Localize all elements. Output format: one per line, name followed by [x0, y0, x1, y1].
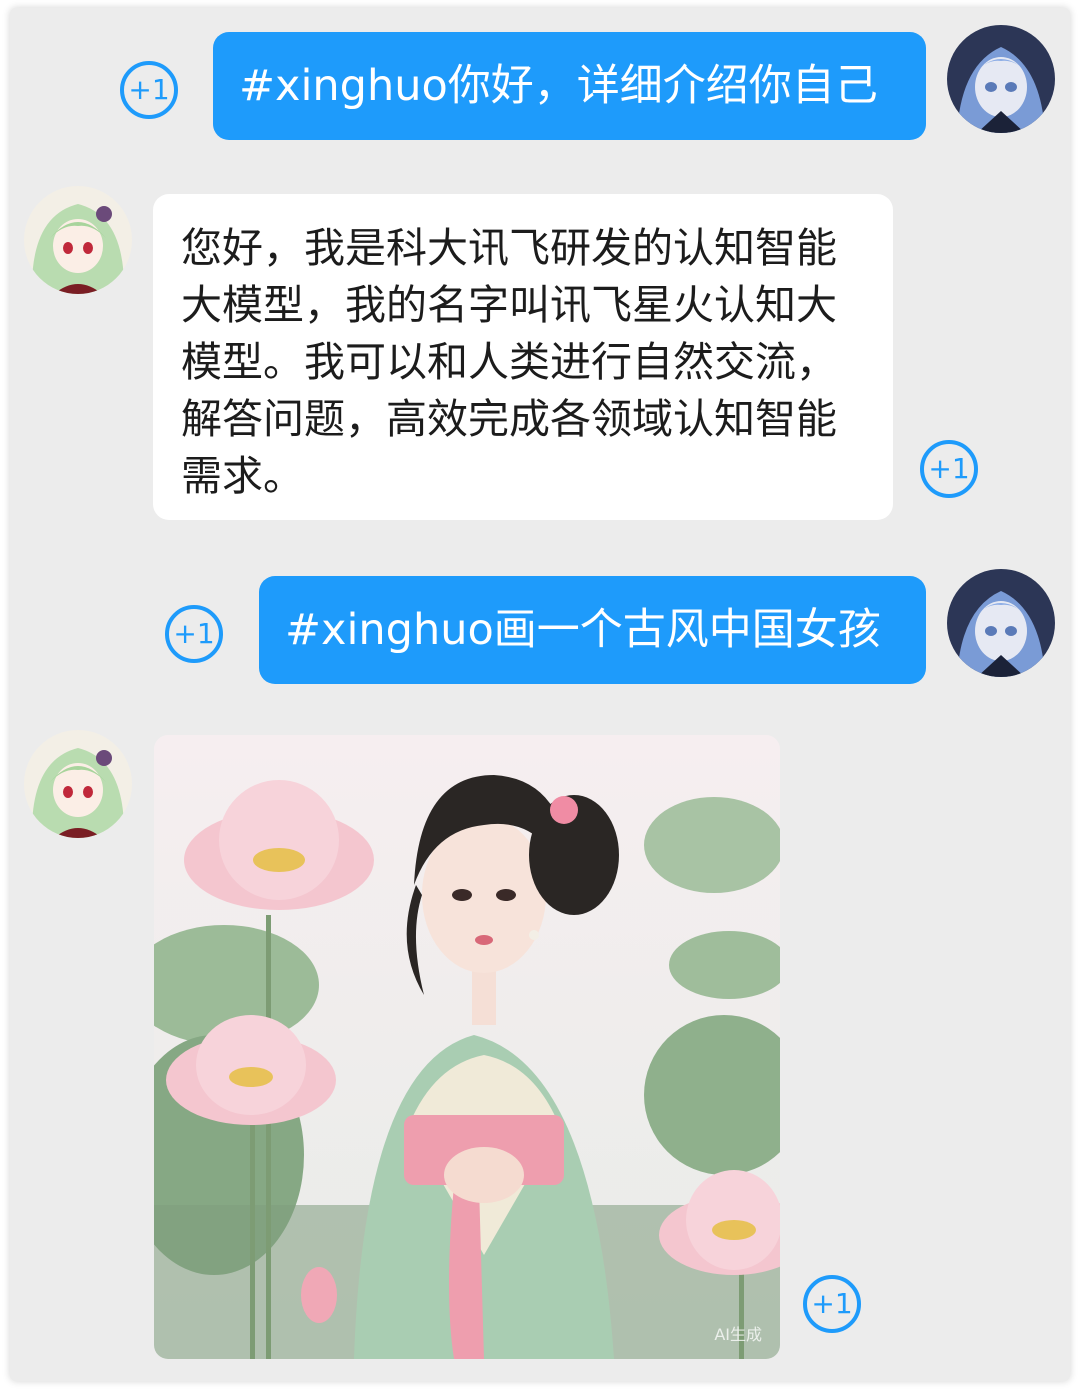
plus-one-button[interactable]: +1	[803, 1275, 861, 1333]
user-message-bubble[interactable]: #xinghuo你好，详细介绍你自己	[213, 32, 926, 140]
bot-avatar[interactable]	[24, 730, 132, 838]
bot-message-bubble[interactable]: 您好，我是科大讯飞研发的认知智能大模型，我的名字叫讯飞星火认知大模型。我可以和人…	[153, 194, 893, 520]
user-avatar-image	[947, 25, 1055, 133]
ancient-chinese-girl-image	[154, 735, 780, 1359]
ai-generated-watermark: AI生成	[714, 1325, 762, 1344]
bot-avatar-image	[24, 730, 132, 838]
user-avatar-image	[947, 569, 1055, 677]
bot-avatar-image	[24, 186, 132, 294]
user-avatar[interactable]	[947, 569, 1055, 677]
user-message-bubble[interactable]: #xinghuo画一个古风中国女孩	[259, 576, 926, 684]
user-avatar[interactable]	[947, 25, 1055, 133]
plus-one-button[interactable]: +1	[120, 61, 178, 119]
generated-image[interactable]: AI生成	[154, 735, 780, 1359]
bot-avatar[interactable]	[24, 186, 132, 294]
plus-one-button[interactable]: +1	[165, 605, 223, 663]
plus-one-button[interactable]: +1	[920, 440, 978, 498]
